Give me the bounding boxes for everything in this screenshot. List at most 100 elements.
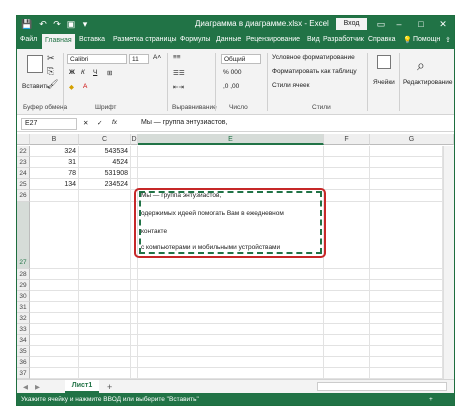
row-header[interactable]: 24: [17, 168, 30, 179]
cell[interactable]: [324, 357, 370, 368]
cell[interactable]: [138, 146, 324, 157]
cell[interactable]: [30, 335, 79, 346]
vertical-scrollbar[interactable]: [443, 146, 454, 379]
cell[interactable]: [138, 302, 324, 313]
minimize-icon[interactable]: –: [393, 18, 405, 30]
cell[interactable]: [30, 346, 79, 357]
cell[interactable]: [131, 368, 138, 379]
cell[interactable]: [131, 168, 138, 179]
select-all-corner[interactable]: [17, 134, 30, 145]
row-header[interactable]: 33: [17, 324, 30, 335]
cell[interactable]: [324, 291, 370, 302]
cell[interactable]: [79, 202, 131, 269]
cell[interactable]: [370, 179, 443, 190]
cell[interactable]: [138, 368, 324, 379]
cell[interactable]: [370, 269, 443, 280]
row-header[interactable]: 22: [17, 146, 30, 157]
cell[interactable]: [370, 324, 443, 335]
font-name-select[interactable]: Calibri: [67, 54, 127, 64]
cell[interactable]: 531908: [79, 168, 131, 179]
prev-sheet-icon[interactable]: ◀: [23, 383, 28, 391]
cell[interactable]: [79, 357, 131, 368]
cell[interactable]: [30, 291, 79, 302]
row-header[interactable]: 35: [17, 346, 30, 357]
cell[interactable]: [324, 190, 370, 202]
row-header[interactable]: 36: [17, 357, 30, 368]
cell[interactable]: 134: [30, 179, 79, 190]
font-size-select[interactable]: 11: [129, 54, 149, 64]
cell[interactable]: [324, 202, 370, 269]
cell[interactable]: 4524: [79, 157, 131, 168]
tab-home[interactable]: Главная: [42, 34, 75, 49]
row-header[interactable]: 26: [17, 190, 30, 202]
cell[interactable]: [370, 357, 443, 368]
horizontal-scrollbar[interactable]: [317, 382, 447, 391]
cell[interactable]: [30, 280, 79, 291]
cell[interactable]: 324: [30, 146, 79, 157]
camera-icon[interactable]: ▣: [65, 18, 77, 30]
format-as-table-button[interactable]: Форматировать как таблицу: [272, 68, 357, 75]
row-header[interactable]: 32: [17, 313, 30, 324]
cell[interactable]: [370, 190, 443, 202]
cell-styles-button[interactable]: Стили ячеек: [272, 82, 310, 89]
tab-insert[interactable]: Вставка: [79, 36, 105, 43]
format-painter-icon[interactable]: 🖌: [47, 79, 58, 90]
zoom-plus-icon[interactable]: +: [429, 396, 433, 403]
cell[interactable]: [30, 269, 79, 280]
cell[interactable]: [131, 357, 138, 368]
cell[interactable]: [131, 324, 138, 335]
cell[interactable]: [370, 202, 443, 269]
cell[interactable]: [370, 335, 443, 346]
save-icon[interactable]: 💾: [21, 18, 33, 30]
cell[interactable]: [79, 368, 131, 379]
cell[interactable]: [370, 291, 443, 302]
cell[interactable]: [324, 168, 370, 179]
cell[interactable]: [138, 313, 324, 324]
cell[interactable]: [324, 313, 370, 324]
cells-button[interactable]: Ячейки: [373, 79, 395, 86]
tab-data[interactable]: Данные: [216, 36, 241, 43]
cell[interactable]: [370, 313, 443, 324]
share-icon[interactable]: ⇪: [445, 36, 451, 44]
cell[interactable]: [79, 313, 131, 324]
cell[interactable]: 31: [30, 157, 79, 168]
conditional-format-button[interactable]: Условное форматирование: [272, 54, 355, 61]
cell[interactable]: [370, 346, 443, 357]
copy-icon[interactable]: ⎘: [47, 66, 54, 77]
column-header[interactable]: B: [30, 134, 79, 145]
cells-icon[interactable]: [377, 55, 391, 69]
row-header[interactable]: 30: [17, 291, 30, 302]
cell[interactable]: [324, 269, 370, 280]
undo-icon[interactable]: ↶: [37, 18, 49, 30]
decimal-icon[interactable]: ,0 ,00: [223, 83, 239, 90]
cell[interactable]: [138, 168, 324, 179]
cell[interactable]: [131, 302, 138, 313]
cell[interactable]: [131, 346, 138, 357]
editing-button[interactable]: Редактирование: [403, 79, 453, 86]
row-header[interactable]: 23: [17, 157, 30, 168]
cell[interactable]: [324, 324, 370, 335]
cell[interactable]: [30, 202, 79, 269]
align-top-icon[interactable]: ≡≡: [173, 54, 181, 61]
paste-button[interactable]: Вставить: [22, 83, 50, 90]
worksheet-grid[interactable]: B C D E F G 22 324 543534 23 31 4524 24 78 53190…: [17, 134, 454, 379]
tab-page-layout[interactable]: Разметка страницы: [113, 36, 177, 43]
confirm-icon[interactable]: ✓: [97, 119, 102, 127]
row-header[interactable]: 34: [17, 335, 30, 346]
row-header[interactable]: 25: [17, 179, 30, 190]
cell[interactable]: [370, 302, 443, 313]
tab-help[interactable]: Справка: [368, 36, 395, 43]
cell[interactable]: [79, 302, 131, 313]
search-icon[interactable]: ⌕: [417, 57, 425, 74]
cell[interactable]: [131, 157, 138, 168]
cell[interactable]: [138, 157, 324, 168]
cell[interactable]: [370, 146, 443, 157]
tab-file[interactable]: Файл: [20, 36, 37, 43]
cell[interactable]: [131, 335, 138, 346]
column-header[interactable]: E: [138, 134, 324, 145]
tab-review[interactable]: Рецензирование: [246, 36, 300, 43]
tell-me-box[interactable]: Помощн: [413, 36, 440, 43]
cell[interactable]: [79, 269, 131, 280]
tab-developer[interactable]: Разработчик: [323, 36, 364, 43]
cell[interactable]: [370, 168, 443, 179]
